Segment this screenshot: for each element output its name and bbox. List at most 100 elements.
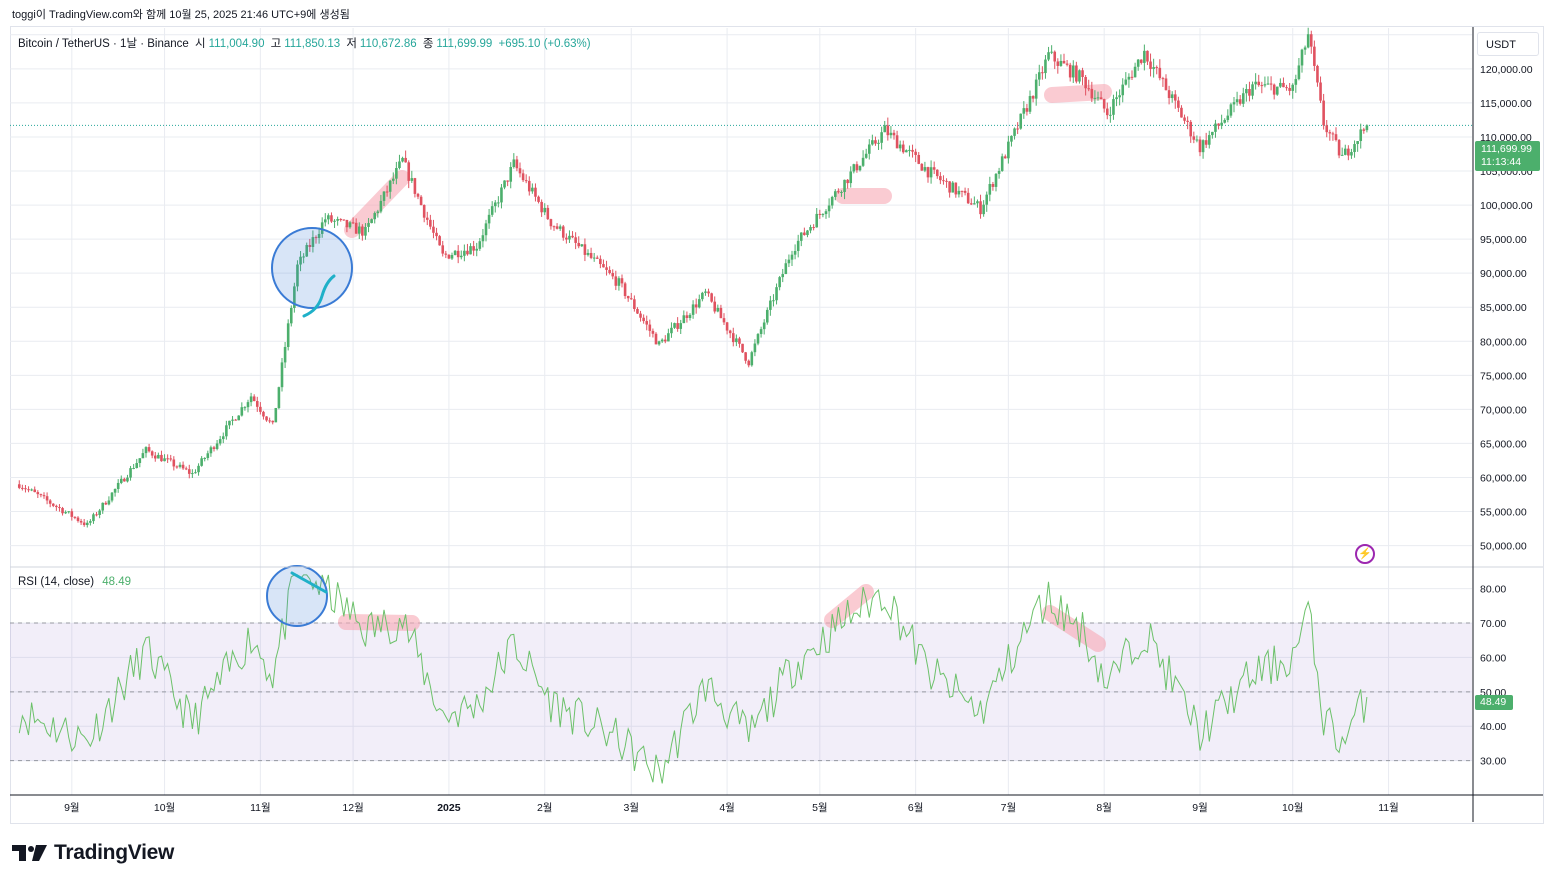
candle-body [871,140,874,145]
candle-body [1121,84,1125,96]
candle-body [840,191,843,193]
candle-body [676,323,679,329]
candle-body [398,161,401,169]
candle-body [1272,84,1276,95]
candle-body [784,263,788,275]
brand-logo[interactable]: TradingView [12,840,174,866]
candle-body [351,222,355,224]
candle-body [404,157,407,163]
open-label: 시 [195,38,206,50]
candle-body [435,232,438,237]
candle-body [1028,96,1032,112]
candle-body [1266,83,1270,85]
candle-body [1245,88,1248,94]
candle-body [849,171,853,184]
candle-body [728,330,732,334]
candle-body [228,420,231,426]
candle-body [425,217,429,220]
candle-body [1139,59,1143,63]
candle-body [497,202,500,204]
candle-body [1279,82,1282,87]
candle-body [691,304,695,315]
price-axis-label: 85,000.00 [1480,302,1527,314]
candle-body [1136,59,1140,67]
low-value: 110,672.86 [359,38,417,50]
candle-body [1075,65,1078,82]
candle-body [1325,125,1329,133]
rsi-legend-value: 48.49 [102,576,132,588]
candle-body [357,226,361,234]
price-chart[interactable]: 50,000.00 55,000.00 60,000.00 65,000.00 70,0… [0,0,1554,883]
candle-body [759,329,763,335]
change-value: +695.10 (+0.63%) [498,38,591,50]
rsi-legend[interactable]: RSI (14, close) 48.49 [18,576,131,588]
time-axis-label: 2025 [437,802,461,814]
candle-body [388,180,392,192]
candle-body [815,213,819,228]
candle-body [361,226,364,236]
low-label: 저 [346,38,357,50]
time-axis-label: 12월 [342,802,363,814]
candle-body [373,213,377,220]
candle-body [163,458,166,462]
price-axis-label: 80,000.00 [1480,336,1527,348]
candle-body [583,244,587,255]
candle-body [821,214,825,216]
rsi-label: RSI (14, close) [18,576,95,588]
candle-body [459,255,463,258]
candle-body [982,204,985,215]
candle-body [599,258,602,265]
candle-body [864,153,868,158]
rsi-axis-label: 40.00 [1480,721,1506,733]
candle-body [790,254,794,260]
candle-body [880,132,883,143]
candle-body [1000,156,1004,171]
candle-body [1037,72,1041,80]
candle-body [920,163,924,171]
candle-body [988,184,992,195]
candle-body [1034,79,1038,99]
candle-body [1031,96,1035,99]
candle-body [803,232,806,236]
candle-body [830,196,834,206]
candle-body [827,205,831,212]
candle-body [997,170,1001,174]
candle-body [979,201,982,215]
candle-body [750,352,754,366]
candle-body [948,181,951,193]
candle-body [586,252,590,255]
time-axis-label: 9월 [1192,802,1208,814]
candle-body [342,219,346,221]
candle-body [929,167,933,178]
price-axis-label: 50,000.00 [1480,541,1527,553]
candle-body [58,507,61,509]
currency-selector[interactable]: USDT [1477,32,1539,56]
open-value: 111,004.90 [208,38,265,50]
candle-body [1288,87,1291,91]
candle-body [744,352,747,361]
candle-body [568,235,571,240]
candle-body [833,191,837,197]
candle-body [877,142,880,144]
candle-body [444,253,448,255]
candle-body [441,245,445,254]
price-axis-label: 95,000.00 [1480,234,1527,246]
candle-body [1133,66,1137,78]
candle-body [1093,97,1097,99]
candle-body [1056,61,1060,66]
candle-body [555,226,559,229]
candle-body [806,230,809,236]
high-value: 111,850.13 [284,38,341,50]
candle-body [1118,95,1121,98]
candle-body [17,484,21,488]
candle-body [778,277,781,288]
candle-body [116,482,120,489]
candle-body [55,505,58,508]
lightning-icon[interactable]: ⚡ [1355,544,1375,564]
candle-body [1211,131,1214,136]
price-axis-label: 120,000.00 [1480,64,1533,76]
price-axis-label: 55,000.00 [1480,507,1527,519]
symbol-label[interactable]: Bitcoin / TetherUS · 1날 · Binance [18,38,189,50]
candle-body [478,241,482,249]
candle-body [1041,72,1044,74]
